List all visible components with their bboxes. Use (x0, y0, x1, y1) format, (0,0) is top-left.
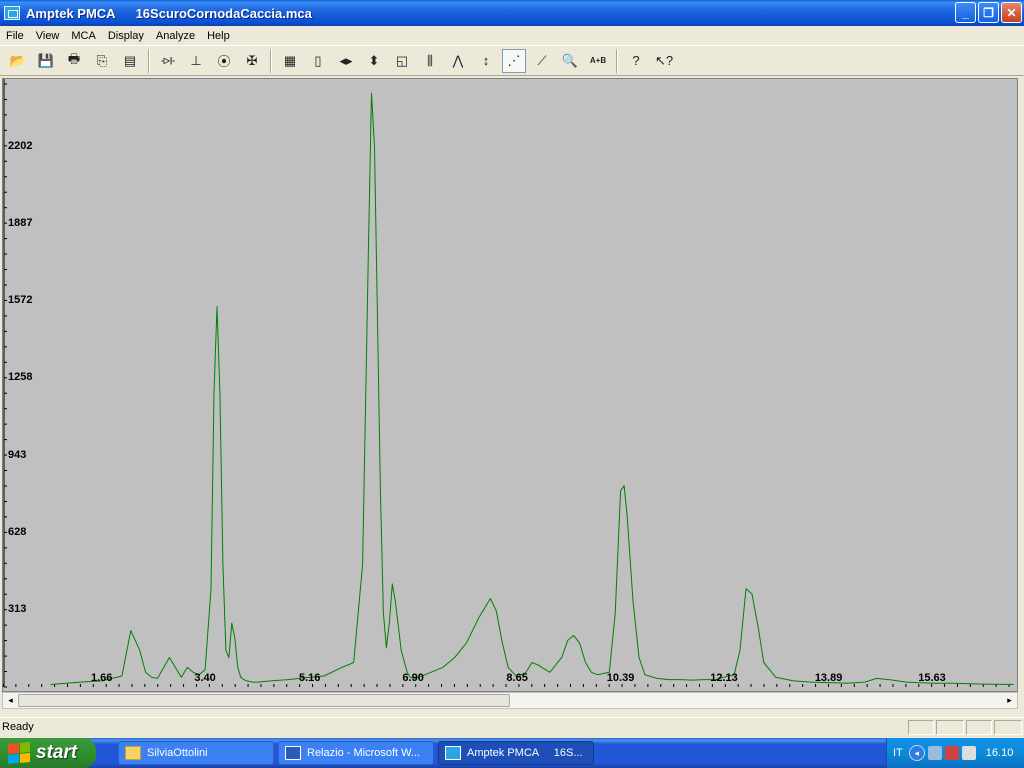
traffic-light-icon[interactable]: ⦿ (212, 49, 236, 73)
task-button-pmca[interactable]: Amptek PMCA 16S... (438, 741, 594, 765)
scroll-left-icon[interactable]: ◂ (3, 693, 18, 708)
x-tick-label: 13.89 (814, 672, 843, 684)
tools-icon[interactable]: ✠ (240, 49, 264, 73)
task-label: Amptek PMCA 16S... (467, 747, 583, 759)
restore-button[interactable]: ❐ (978, 2, 999, 23)
log-scale-icon[interactable]: ↕ (474, 49, 498, 73)
spectrum-svg (3, 79, 1014, 688)
status-text: Ready (2, 721, 34, 733)
bar-icon[interactable]: ⫼ (418, 49, 442, 73)
toolbar: 📂 💾 🖶 ⎘ ▤ -▷|- ⊥ ⦿ ✠ ▦ ▯ ◂▸ ⬍ ◱ ⫼ ⋀ ↕ ⋰ … (0, 45, 1024, 76)
x-tick-label: 8.65 (506, 672, 528, 684)
horizontal-scrollbar[interactable]: ◂ ▸ (2, 692, 1018, 709)
start-label: start (36, 742, 78, 763)
y-tick-label: 943 (8, 448, 27, 461)
status-pane (936, 720, 964, 735)
print-icon[interactable]: 🖶 (62, 49, 86, 73)
vertical-arrows-icon[interactable]: ⬍ (362, 49, 386, 73)
a-plus-b-icon[interactable]: A+B (586, 49, 610, 73)
device-icon[interactable] (961, 746, 976, 760)
status-bar: Ready (0, 717, 1024, 736)
menu-mca[interactable]: MCA (65, 30, 101, 42)
app-title: Amptek PMCA (26, 5, 116, 21)
x-tick-label: 5.16 (298, 672, 321, 684)
y-tick-label: 2202 (8, 139, 33, 152)
open-folder-icon[interactable]: 📂 (6, 49, 30, 73)
x-tick-label: 12.13 (710, 672, 738, 684)
menu-bar: File View MCA Display Analyze Help (0, 26, 1024, 45)
word-icon (285, 746, 301, 760)
line-icon[interactable]: ⟋ (530, 49, 554, 73)
spectrum-trace (50, 92, 1014, 685)
properties-icon[interactable]: ▤ (118, 49, 142, 73)
title-bar: Amptek PMCA 16ScuroCornodaCaccia.mca _ ❐… (0, 0, 1024, 26)
toolbar-separator (148, 48, 150, 73)
clock: 16.10 (985, 747, 1014, 759)
windows-logo-icon (8, 742, 30, 764)
status-pane (966, 720, 992, 735)
language-indicator[interactable]: IT (893, 747, 903, 759)
status-pane-icon (908, 720, 934, 735)
toolbar-separator (270, 48, 272, 73)
pmca-icon (445, 746, 461, 760)
x-tick-label: 1.66 (90, 672, 113, 684)
chevron-left-icon[interactable]: ◂ (908, 745, 925, 761)
context-help-icon[interactable]: ↖? (652, 49, 676, 73)
x-tick-label: 10.39 (606, 672, 635, 684)
x-tick-label: 15.63 (918, 672, 946, 684)
y-tick-label: 1572 (8, 294, 33, 307)
menu-analyze[interactable]: Analyze (150, 30, 201, 42)
security-icon[interactable] (944, 746, 959, 760)
points-icon[interactable]: ⋰ (502, 48, 526, 73)
y-tick-label: 1258 (8, 371, 33, 384)
document-icon[interactable]: ▯ (306, 49, 330, 73)
connect-icon[interactable]: -▷|- (156, 49, 180, 73)
task-label: SilviaOttolini (147, 747, 208, 759)
help-icon[interactable]: ? (624, 49, 648, 73)
system-tray: IT ◂ 16.10 (886, 738, 1024, 768)
save-icon[interactable]: 💾 (34, 49, 58, 73)
peaks-icon[interactable]: ⋀ (446, 49, 470, 73)
acquire-icon[interactable]: ⊥ (184, 49, 208, 73)
start-button[interactable]: start (0, 738, 96, 768)
horizontal-arrows-icon[interactable]: ◂▸ (334, 49, 358, 73)
network-icon[interactable] (927, 746, 942, 760)
task-button-word[interactable]: Relazio - Microsoft W... (278, 741, 434, 765)
task-label: Relazio - Microsoft W... (307, 747, 421, 759)
menu-view[interactable]: View (30, 30, 66, 42)
file-title: 16ScuroCornodaCaccia.mca (135, 5, 312, 21)
minimize-button[interactable]: _ (955, 2, 976, 23)
spectrum-book-icon[interactable]: ▦ (278, 49, 302, 73)
spectrum-plot[interactable]: 313 628 943 1258 1572 1887 2202 1.66 3.40 5.16 6.9… (2, 78, 1018, 692)
scroll-right-icon[interactable]: ▸ (1002, 693, 1017, 708)
y-tick-label: 313 (8, 603, 27, 616)
scroll-thumb[interactable] (18, 694, 510, 707)
roi-icon[interactable]: ◱ (390, 49, 414, 73)
folder-icon (125, 746, 141, 760)
menu-display[interactable]: Display (102, 30, 150, 42)
status-pane (994, 720, 1022, 735)
y-tick-label: 1887 (8, 216, 33, 229)
zoom-icon[interactable]: 🔍 (558, 49, 582, 73)
task-button-folder[interactable]: SilviaOttolini (118, 741, 274, 765)
menu-file[interactable]: File (0, 30, 30, 42)
copy-icon[interactable]: ⎘ (90, 49, 114, 73)
x-tick-label: 6.90 (402, 672, 424, 684)
y-tick-label: 628 (8, 525, 27, 538)
taskbar: start SilviaOttolini Relazio - Microsoft… (0, 738, 1024, 768)
close-button[interactable]: ✕ (1001, 2, 1022, 23)
window-controls: _ ❐ ✕ (955, 2, 1022, 23)
x-tick-label: 3.40 (194, 672, 216, 684)
toolbar-separator (616, 48, 618, 73)
menu-help[interactable]: Help (201, 30, 236, 42)
app-icon[interactable] (4, 6, 20, 20)
